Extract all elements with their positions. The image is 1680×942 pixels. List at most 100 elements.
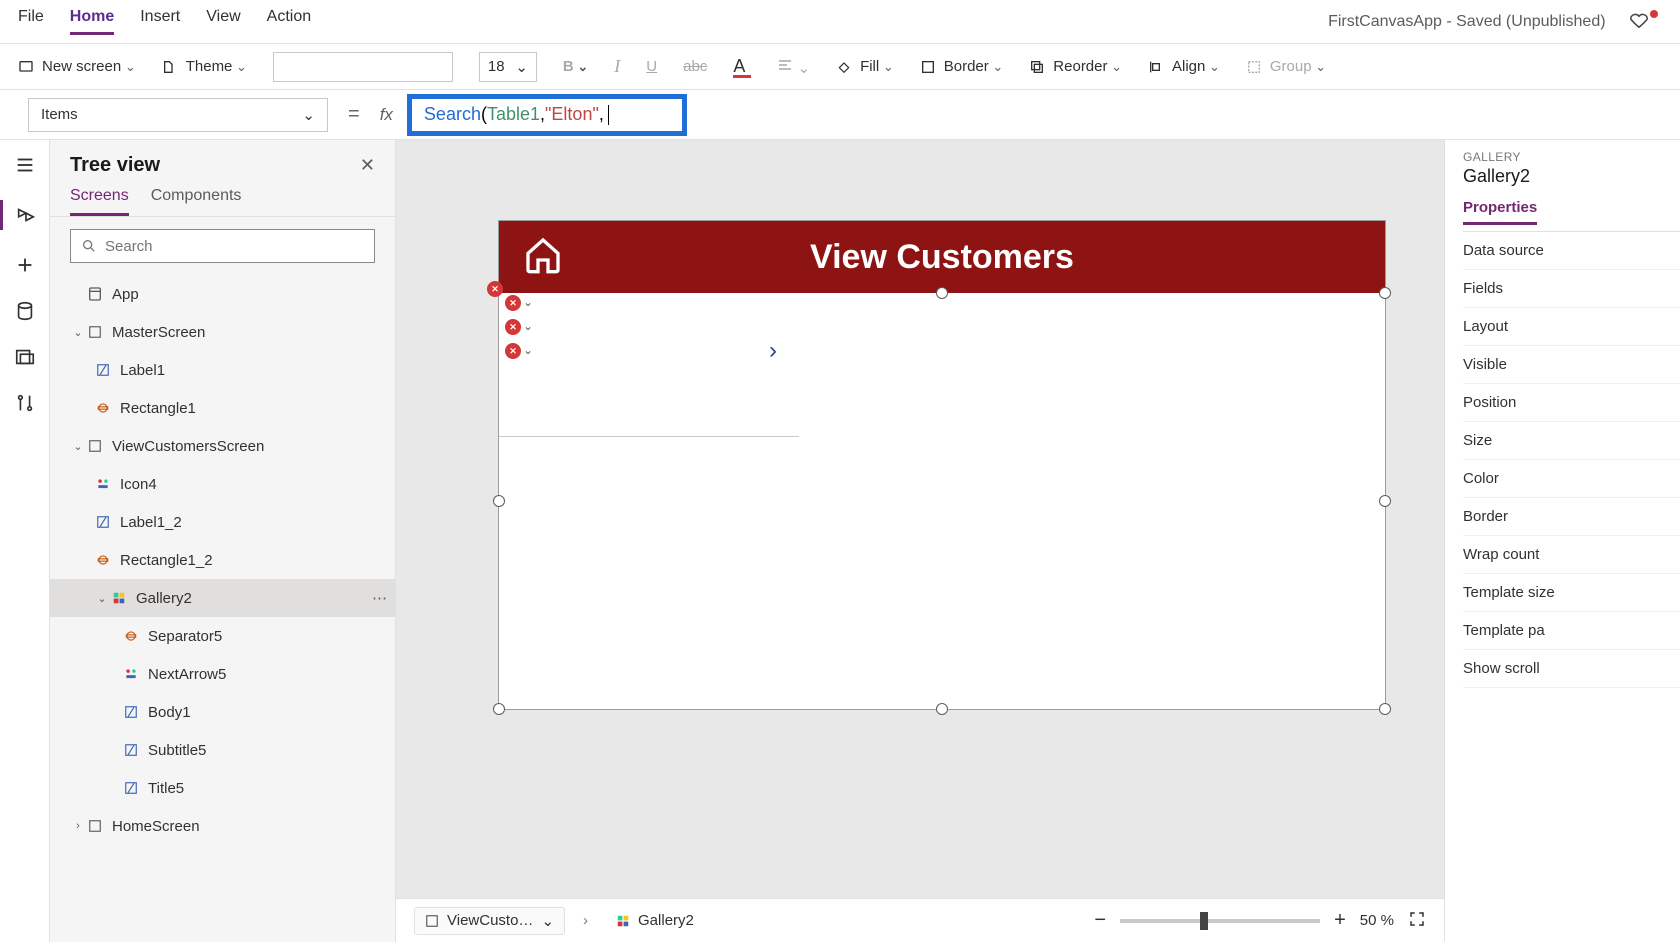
data-icon[interactable] [14, 300, 36, 322]
tree-node-rectangle1-2[interactable]: Rectangle1_2 [50, 541, 395, 579]
main-area: Tree view ✕ Screens Components App ⌄Mast… [0, 140, 1680, 942]
fx-button[interactable]: fx [380, 105, 393, 125]
search-input[interactable] [105, 238, 364, 255]
prop-show-scrollbar[interactable]: Show scroll [1463, 650, 1680, 688]
canvas-header: View Customers [499, 221, 1385, 293]
equals-label: = [348, 103, 360, 126]
chevron-down-icon[interactable]: ⌄ [523, 295, 533, 309]
prop-layout[interactable]: Layout [1463, 308, 1680, 346]
prop-size[interactable]: Size [1463, 422, 1680, 460]
tree-node-app[interactable]: App [50, 275, 395, 313]
strikethrough-button[interactable]: abc [683, 58, 707, 75]
new-screen-button[interactable]: New screen [18, 58, 136, 75]
tree-search-box[interactable] [70, 229, 375, 263]
breadcrumb-element[interactable]: Gallery2 [606, 908, 704, 933]
advanced-tools-icon[interactable] [14, 392, 36, 414]
selection-category: GALLERY [1463, 150, 1680, 164]
properties-panel: GALLERY Gallery2 Properties Data source … [1444, 140, 1680, 942]
prop-wrap-count[interactable]: Wrap count [1463, 536, 1680, 574]
status-bar: ViewCusto…⌄ › Gallery2 − + 50 % [396, 898, 1444, 942]
menu-home[interactable]: Home [70, 8, 114, 35]
prop-fields[interactable]: Fields [1463, 270, 1680, 308]
prop-datasource[interactable]: Data source [1463, 232, 1680, 270]
text-align-button[interactable]: ⌄ [777, 57, 810, 77]
tree-view-icon[interactable] [15, 204, 37, 226]
tree-node-subtitle5[interactable]: Subtitle5 [50, 731, 395, 769]
zoom-in-button[interactable]: + [1334, 909, 1346, 932]
error-badge-icon[interactable] [505, 343, 521, 359]
prop-color[interactable]: Color [1463, 460, 1680, 498]
menu-insert[interactable]: Insert [140, 8, 180, 35]
tab-screens[interactable]: Screens [70, 187, 129, 216]
chevron-down-icon[interactable]: ⌄ [523, 343, 533, 357]
zoom-out-button[interactable]: − [1094, 909, 1106, 932]
menu-view[interactable]: View [206, 8, 240, 35]
error-badge-icon[interactable] [505, 319, 521, 335]
font-color-button[interactable]: A [733, 56, 751, 78]
app-title: FirstCanvasApp - Saved (Unpublished) [1328, 13, 1605, 31]
error-badge-icon[interactable] [487, 281, 503, 297]
tree-node-title5[interactable]: Title5 [50, 769, 395, 807]
group-button[interactable]: Group [1246, 58, 1326, 75]
chevron-down-icon[interactable]: ⌄ [523, 319, 533, 333]
align-button[interactable]: Align [1148, 58, 1220, 75]
tree-node-label1[interactable]: Label1 [50, 351, 395, 389]
breadcrumb-screen[interactable]: ViewCusto…⌄ [414, 907, 565, 935]
tree-node-body1[interactable]: Body1 [50, 693, 395, 731]
close-icon[interactable]: ✕ [360, 155, 375, 176]
tree-node-label1-2[interactable]: Label1_2 [50, 503, 395, 541]
prop-position[interactable]: Position [1463, 384, 1680, 422]
tree-node-rectangle1[interactable]: Rectangle1 [50, 389, 395, 427]
tree-view-panel: Tree view ✕ Screens Components App ⌄Mast… [50, 140, 396, 942]
tree-node-gallery2[interactable]: ⌄Gallery2⋯ [50, 579, 395, 617]
prop-visible[interactable]: Visible [1463, 346, 1680, 384]
media-icon[interactable] [14, 346, 36, 368]
border-button[interactable]: Border [920, 58, 1004, 75]
formula-input[interactable]: Search(Table1, "Elton", [407, 94, 687, 136]
home-icon[interactable] [523, 235, 563, 280]
prop-template-padding[interactable]: Template pa [1463, 612, 1680, 650]
tree-node-nextarrow5[interactable]: NextArrow5 [50, 655, 395, 693]
add-icon[interactable] [14, 254, 36, 276]
left-rail [0, 140, 50, 942]
search-icon [81, 238, 97, 254]
property-select[interactable]: Items⌄ [28, 98, 328, 132]
fill-button[interactable]: Fill [836, 58, 894, 75]
hamburger-icon[interactable] [14, 154, 36, 176]
canvas-area: View Customers › ⌄ ⌄ ⌄ [396, 140, 1444, 942]
gallery-selected[interactable]: › ⌄ ⌄ ⌄ [499, 293, 1385, 709]
app-canvas[interactable]: View Customers › ⌄ ⌄ ⌄ [498, 220, 1386, 710]
tree-node-masterscreen[interactable]: ⌄MasterScreen [50, 313, 395, 351]
zoom-value: 50 % [1360, 912, 1394, 929]
italic-button[interactable]: I [614, 56, 620, 77]
formula-bar: Items⌄ = fx Search(Table1, "Elton", [0, 90, 1680, 140]
app-checker-icon[interactable] [1628, 8, 1662, 35]
next-arrow-icon[interactable]: › [769, 337, 777, 365]
tree-node-viewcustomers[interactable]: ⌄ViewCustomersScreen [50, 427, 395, 465]
tree-node-icon4[interactable]: Icon4 [50, 465, 395, 503]
top-menu-bar: File Home Insert View Action FirstCanvas… [0, 0, 1680, 44]
selection-name: Gallery2 [1463, 166, 1680, 187]
tab-components[interactable]: Components [151, 187, 242, 216]
tab-properties[interactable]: Properties [1463, 199, 1537, 225]
menu-file[interactable]: File [18, 8, 44, 35]
tree-view-title: Tree view [70, 154, 360, 177]
font-family-select[interactable] [273, 52, 453, 82]
more-icon[interactable]: ⋯ [372, 589, 387, 607]
underline-button[interactable]: U [646, 58, 657, 75]
bold-button[interactable]: B [563, 58, 588, 75]
main-menu: File Home Insert View Action [18, 8, 311, 35]
font-size-select[interactable]: 18⌄ [479, 52, 537, 82]
prop-template-size[interactable]: Template size [1463, 574, 1680, 612]
tree-list: App ⌄MasterScreen Label1 Rectangle1 ⌄Vie… [50, 275, 395, 942]
menu-action[interactable]: Action [267, 8, 311, 35]
gallery-template-item[interactable]: › [499, 293, 799, 437]
tree-node-separator5[interactable]: Separator5 [50, 617, 395, 655]
fullscreen-icon[interactable] [1408, 910, 1426, 932]
theme-button[interactable]: Theme [162, 58, 247, 75]
reorder-button[interactable]: Reorder [1029, 58, 1122, 75]
error-badge-icon[interactable] [505, 295, 521, 311]
zoom-slider[interactable] [1120, 919, 1320, 923]
prop-border[interactable]: Border [1463, 498, 1680, 536]
tree-node-homescreen[interactable]: ›HomeScreen [50, 807, 395, 845]
